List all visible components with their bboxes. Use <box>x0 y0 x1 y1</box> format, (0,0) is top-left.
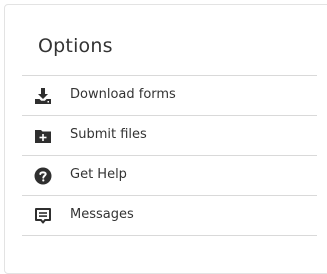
menu-item-label: Messages <box>70 207 134 222</box>
menu-item-label: Download forms <box>70 87 176 102</box>
menu-item-label: Submit files <box>70 127 147 142</box>
options-panel: Options Download forms Submit files Get … <box>4 4 327 274</box>
message-icon <box>34 207 52 225</box>
options-menu: Download forms Submit files Get Help Mes… <box>22 75 317 236</box>
help-circle-icon <box>34 167 52 185</box>
menu-item-label: Get Help <box>70 167 127 182</box>
menu-item-submit-files[interactable]: Submit files <box>22 116 317 156</box>
panel-title: Options <box>38 35 113 57</box>
menu-item-messages[interactable]: Messages <box>22 196 317 236</box>
menu-item-get-help[interactable]: Get Help <box>22 156 317 196</box>
folder-plus-icon <box>34 127 52 145</box>
download-icon <box>34 87 52 105</box>
menu-item-download-forms[interactable]: Download forms <box>22 76 317 116</box>
